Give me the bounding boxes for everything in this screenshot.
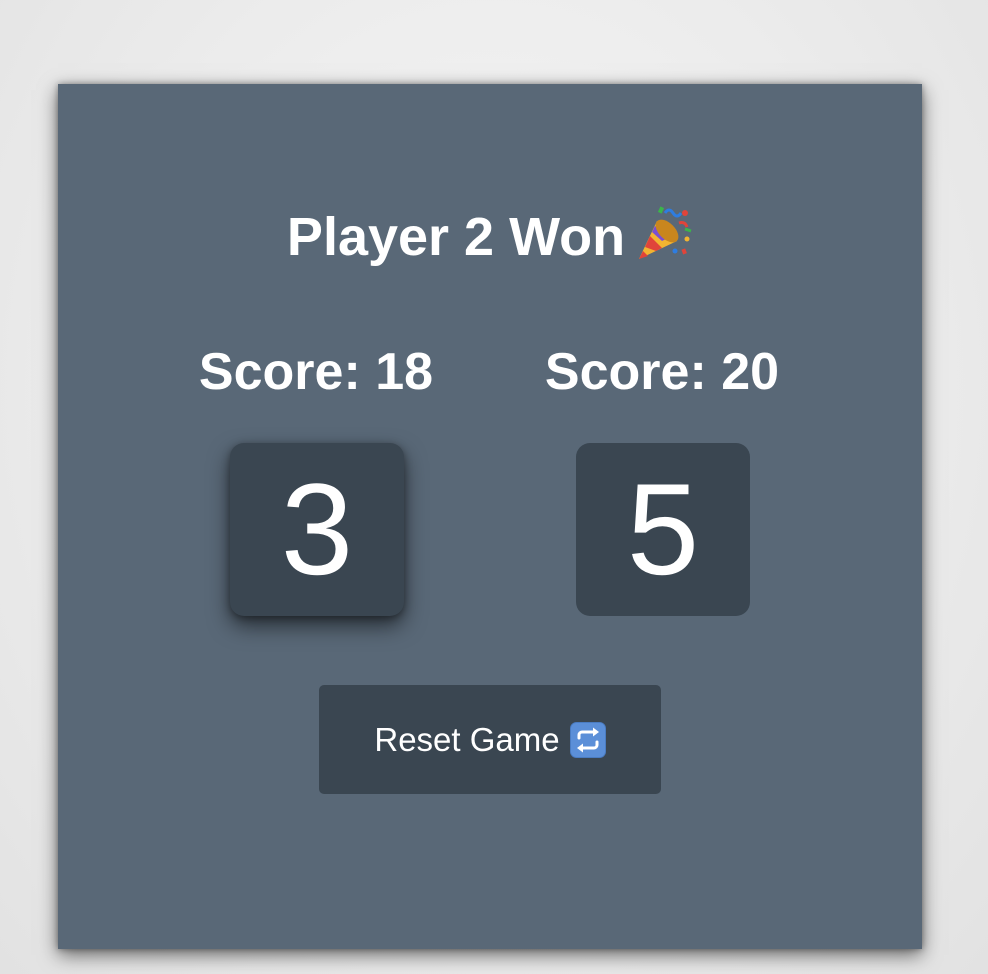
player-2-die[interactable]: 5 xyxy=(576,443,750,616)
player-2-score: Score: 20 xyxy=(544,343,780,401)
reset-game-label: Reset Game xyxy=(374,720,560,758)
player-1-score: Score: 18 xyxy=(198,343,434,401)
result-title-text: Player 2 Won xyxy=(286,207,626,267)
game-card: Player 2 Won Score: 18 Score: 20 3 5 Res… xyxy=(58,84,922,949)
result-title: Player 2 Won xyxy=(58,204,922,270)
reset-game-button[interactable]: Reset Game xyxy=(319,685,661,794)
player-1-die[interactable]: 3 xyxy=(230,443,404,616)
party-popper-icon xyxy=(635,205,693,263)
repeat-icon xyxy=(569,721,606,758)
